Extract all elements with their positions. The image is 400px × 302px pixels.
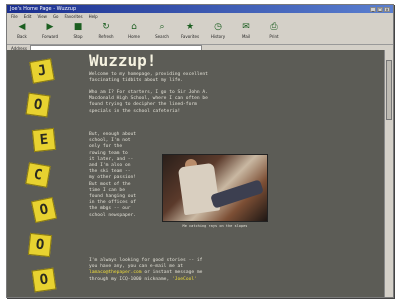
refresh-button[interactable]: ↻ Refresh (97, 22, 115, 39)
stop-button[interactable]: ■ Stop (69, 22, 87, 39)
letter-tile-l: O (31, 267, 57, 293)
photo-caption: Me catching rays on the slopes (182, 224, 248, 228)
refresh-icon: ↻ (102, 22, 110, 32)
contact-text-a: I'm always looking for good stories -- i… (89, 258, 203, 270)
toolbar: ◀ Back ▶ Forward ■ Stop ↻ Refresh ⌂ Home ⌕ Sea… (7, 20, 393, 45)
favorites-button[interactable]: ★ Favorites (181, 22, 199, 39)
letter-tile-o3: O (27, 232, 53, 258)
stop-label: Stop (73, 34, 83, 39)
history-button[interactable]: ◷ History (209, 22, 227, 39)
window-controls: _ □ × (370, 6, 390, 12)
nickname-link[interactable]: 'JoeCool' (172, 277, 197, 282)
letter-tile-e: E (31, 127, 57, 153)
window-title: Joe's Home Page - Wuzzup (10, 6, 77, 12)
forward-label: Forward (41, 34, 59, 39)
vertical-scrollbar[interactable] (384, 50, 393, 297)
print-icon: ⎙ (270, 22, 278, 32)
photo-legs-shape (210, 179, 264, 209)
menu-favorites[interactable]: Favorites (65, 14, 83, 19)
stop-icon: ■ (73, 22, 83, 32)
refresh-label: Refresh (98, 34, 114, 39)
back-button[interactable]: ◀ Back (13, 22, 31, 39)
home-label: Home (128, 34, 140, 39)
letter-tile-j: J (29, 58, 55, 84)
school-paragraph: Who am I? For starters, I go to Sir John… (89, 90, 208, 114)
letter-tile-o2: O (30, 196, 58, 224)
back-label: Back (17, 34, 27, 39)
page-headline: Wuzzup! (89, 51, 157, 70)
menu-file[interactable]: File (11, 14, 18, 19)
close-button[interactable]: × (384, 6, 390, 12)
activities-paragraph: But, enough about school, I'm not only f… (89, 132, 137, 218)
print-button[interactable]: ⎙ Print (265, 22, 283, 39)
forward-button[interactable]: ▶ Forward (41, 22, 59, 39)
minimize-button[interactable]: _ (370, 6, 376, 12)
history-icon: ◷ (214, 22, 222, 32)
intro-paragraph: Welcome to my homepage, providing excell… (89, 72, 208, 84)
menu-help[interactable]: Help (89, 14, 98, 19)
scrollbar-thumb[interactable] (386, 60, 392, 120)
search-label: Search (155, 34, 169, 39)
menu-view[interactable]: View (37, 14, 47, 19)
email-link[interactable]: lamaco@thepaper.com (89, 270, 142, 275)
favorites-label: Favorites (180, 34, 200, 39)
title-bar: Joe's Home Page - Wuzzup _ □ × (7, 5, 393, 13)
browser-window: Joe's Home Page - Wuzzup _ □ × File Edit… (6, 4, 394, 298)
print-label: Print (269, 34, 279, 39)
menu-edit[interactable]: Edit (24, 14, 32, 19)
snowboarding-photo (162, 154, 268, 222)
maximize-button[interactable]: □ (377, 6, 383, 12)
favorites-icon: ★ (185, 22, 195, 32)
mail-button[interactable]: ✉ Mail (237, 22, 255, 39)
home-button[interactable]: ⌂ Home (125, 22, 143, 39)
home-icon: ⌂ (131, 22, 137, 32)
history-label: History (210, 34, 226, 39)
forward-arrow-icon: ▶ (46, 22, 54, 32)
mail-icon: ✉ (242, 22, 250, 32)
search-icon: ⌕ (159, 22, 165, 32)
back-arrow-icon: ◀ (18, 22, 26, 32)
menu-go[interactable]: Go (53, 14, 59, 19)
letter-tile-c: C (25, 162, 51, 188)
mail-label: Mail (241, 34, 251, 39)
contact-paragraph: I'm always looking for good stories -- i… (89, 258, 339, 283)
letter-tile-o: O (25, 92, 51, 118)
photo-body-shape (177, 162, 221, 216)
menu-bar: File Edit View Go Favorites Help (7, 13, 393, 20)
search-button[interactable]: ⌕ Search (153, 22, 171, 39)
page-viewport: J O E C O O O Wuzzup! Welcome to my home… (7, 50, 393, 297)
